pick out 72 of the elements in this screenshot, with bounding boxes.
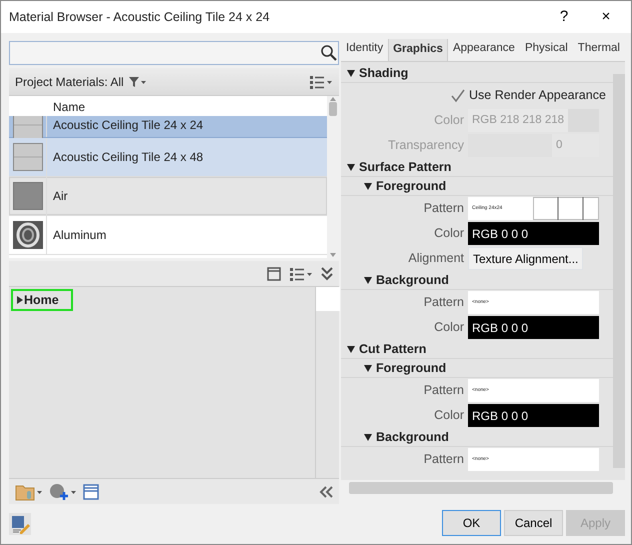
section-header[interactable]: Surface Pattern [341, 158, 613, 178]
check-icon [451, 88, 465, 103]
section-header[interactable]: Background [341, 428, 613, 448]
tile-swatch-icon [12, 143, 42, 171]
panel-icon[interactable] [267, 266, 281, 280]
help-button[interactable]: ? [547, 6, 581, 28]
section-header[interactable]: Foreground [341, 177, 613, 196]
section-header[interactable]: Shading [341, 64, 613, 84]
section-header[interactable]: Foreground [341, 359, 613, 378]
dialog-button[interactable]: Cancel [504, 510, 563, 536]
tree-item[interactable]: Home [11, 289, 73, 311]
folder-icon[interactable] [15, 482, 43, 500]
tab[interactable]: Thermal [572, 39, 625, 62]
tab[interactable]: Physical [520, 39, 573, 62]
horizontal-scrollbar[interactable] [349, 482, 613, 494]
dialog-button[interactable]: OK [442, 510, 501, 536]
ring-swatch-icon [12, 221, 42, 249]
scrollbar-thumb[interactable] [329, 102, 337, 116]
field-label: Pattern [422, 294, 465, 312]
field-label: Alignment [407, 250, 465, 268]
search-icon [320, 44, 338, 62]
plain-swatch-icon [12, 182, 42, 210]
collapse-down-icon[interactable] [321, 266, 333, 280]
tab[interactable]: Graphics [388, 39, 448, 62]
collapse-icon [363, 363, 373, 374]
panel-icon[interactable] [83, 484, 99, 500]
field-label: Transparency [387, 137, 465, 154]
window-title: Material Browser - Acoustic Ceiling Tile 24 x 24 [9, 8, 271, 26]
pattern-preview-icon [533, 197, 599, 220]
material-name: Aluminum [53, 227, 106, 244]
section-header[interactable]: Background [341, 271, 613, 290]
collapse-icon [346, 162, 356, 172]
checkbox[interactable]: Use Render Appearance [451, 86, 606, 106]
collapse-left-icon[interactable] [319, 486, 333, 498]
list-view-icon[interactable] [309, 74, 333, 88]
blank-tile-icon [316, 287, 340, 311]
expand-icon [15, 295, 24, 305]
field-label: Color [433, 225, 465, 242]
close-button[interactable]: × [589, 6, 623, 28]
material-row[interactable]: Aluminum [9, 216, 327, 255]
color-field[interactable]: RGB 0 0 0 [468, 222, 599, 246]
field-label: Pattern [422, 451, 465, 468]
collapse-icon [363, 181, 373, 192]
collapse-icon [346, 344, 356, 354]
field-label: Pattern [422, 382, 465, 400]
material-name: Acoustic Ceiling Tile 24 x 24 [53, 116, 204, 134]
material-row[interactable]: Air [9, 177, 327, 216]
material-name: Acoustic Ceiling Tile 24 x 48 [53, 149, 204, 166]
search-field[interactable] [9, 41, 339, 65]
texture-alignment-button[interactable]: Texture Alignment... [468, 247, 584, 270]
vertical-scrollbar[interactable] [613, 74, 625, 468]
field-label: Color [433, 319, 465, 336]
filter-icon[interactable] [128, 76, 146, 88]
field-label: Pattern [422, 200, 465, 218]
color-field[interactable]: RGB 0 0 0 [468, 404, 599, 428]
section-header[interactable]: Cut Pattern [341, 340, 613, 360]
field-label: Color [433, 112, 465, 130]
checkbox-label: Use Render Appearance [469, 87, 606, 104]
color-field: RGB 218 218 218 [468, 109, 599, 132]
globe-add-icon[interactable] [49, 482, 77, 500]
material-name: Air [53, 188, 68, 205]
color-field[interactable]: RGB 0 0 0 [468, 316, 599, 340]
collapse-icon [363, 432, 373, 442]
material-row[interactable]: Acoustic Ceiling Tile 24 x 48 [9, 138, 327, 177]
collapse-icon [346, 68, 356, 78]
edit-icon[interactable] [9, 513, 31, 535]
list-view-icon[interactable] [289, 266, 313, 280]
tab[interactable]: Identity [341, 39, 388, 62]
tab[interactable]: Appearance [448, 39, 520, 62]
collapse-icon [363, 275, 373, 286]
field-label: Color [433, 407, 465, 424]
scroll-down-icon[interactable] [329, 252, 337, 258]
